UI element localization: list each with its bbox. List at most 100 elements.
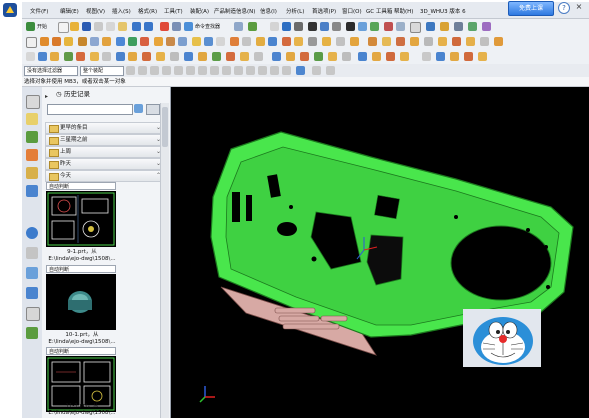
system-scenes-icon[interactable] bbox=[26, 327, 38, 339]
arc-icon[interactable] bbox=[38, 52, 47, 61]
redo-icon[interactable] bbox=[144, 22, 153, 31]
reorder-icon[interactable] bbox=[372, 52, 381, 61]
menu-help[interactable]: 帮助(H) bbox=[394, 7, 413, 15]
menu-insert[interactable]: 插入(S) bbox=[112, 7, 131, 15]
snap-point-on-curve-icon[interactable] bbox=[282, 66, 291, 75]
view-orient-icon[interactable] bbox=[332, 22, 341, 31]
menu-edit[interactable]: 编辑(E) bbox=[60, 7, 79, 15]
history-group[interactable]: 昨天 ⌄ bbox=[45, 158, 165, 170]
frame-icon[interactable] bbox=[410, 22, 421, 33]
draft-icon[interactable] bbox=[192, 37, 201, 46]
menu-view[interactable]: 视图(V) bbox=[86, 7, 105, 15]
datum-icon[interactable] bbox=[90, 37, 99, 46]
open-folder-icon[interactable] bbox=[70, 22, 79, 31]
block-icon[interactable] bbox=[102, 37, 111, 46]
extrude-icon[interactable] bbox=[40, 37, 49, 46]
paste-icon[interactable] bbox=[118, 22, 127, 31]
cad-model[interactable] bbox=[171, 87, 589, 418]
snap-arc-center-icon[interactable] bbox=[222, 66, 231, 75]
constraint-navigator-icon[interactable] bbox=[26, 113, 38, 125]
snap-endpoint-icon[interactable] bbox=[126, 66, 135, 75]
wcs-icon[interactable] bbox=[384, 22, 393, 31]
history-group[interactable]: 上周 ⌄ bbox=[45, 146, 165, 158]
through-curves-icon[interactable] bbox=[410, 37, 419, 46]
update-icon[interactable] bbox=[400, 52, 409, 61]
edit-parameters-icon[interactable] bbox=[328, 52, 337, 61]
snap-quadrant-icon[interactable] bbox=[162, 66, 171, 75]
command-finder-label[interactable]: 命令查找器 bbox=[195, 23, 220, 30]
section-icon[interactable] bbox=[426, 22, 435, 31]
menu-analysis[interactable]: 分析(L) bbox=[286, 7, 304, 15]
save-icon[interactable] bbox=[82, 22, 91, 31]
select-icon[interactable] bbox=[248, 22, 257, 31]
preferences-icon[interactable] bbox=[454, 22, 463, 31]
menu-window[interactable]: 窗口(O) bbox=[342, 7, 362, 15]
history-group[interactable]: 更早的条目 ⌄ bbox=[45, 122, 165, 134]
history-group[interactable]: 三星期之前 ⌄ bbox=[45, 134, 165, 146]
drafting-icon[interactable] bbox=[422, 52, 431, 61]
snap-clear-icon[interactable] bbox=[312, 66, 321, 75]
measure-icon[interactable] bbox=[440, 22, 449, 31]
rotate-icon[interactable] bbox=[294, 22, 303, 31]
mirror-icon[interactable] bbox=[216, 37, 225, 46]
history-item-filter[interactable]: 自动判断 bbox=[46, 182, 116, 190]
render-icon[interactable] bbox=[320, 22, 329, 31]
bounded-plane-icon[interactable] bbox=[494, 37, 503, 46]
menu-tools[interactable]: 工具(T) bbox=[164, 7, 183, 15]
snap-on-curve-icon[interactable] bbox=[198, 66, 207, 75]
selection-scope-dropdown[interactable]: 整个装配 bbox=[80, 66, 124, 76]
move-object-icon[interactable] bbox=[272, 52, 281, 61]
menu-assembly[interactable]: 装配(A) bbox=[190, 7, 209, 15]
spline-icon[interactable] bbox=[64, 52, 73, 61]
extract-icon[interactable] bbox=[452, 37, 461, 46]
offset-face-icon[interactable] bbox=[256, 37, 265, 46]
subtract-icon[interactable] bbox=[140, 37, 149, 46]
system-materials-icon[interactable] bbox=[26, 247, 38, 259]
trim-curve-icon[interactable] bbox=[198, 52, 207, 61]
tool-icon[interactable] bbox=[234, 22, 243, 31]
fillet-curve-icon[interactable] bbox=[226, 52, 235, 61]
snap-on-face-icon[interactable] bbox=[210, 66, 219, 75]
quick-pick-icon[interactable] bbox=[314, 52, 323, 61]
menu-gc-toolbox[interactable]: GC 工具箱 bbox=[366, 7, 392, 15]
history-item-thumbnail[interactable] bbox=[46, 191, 116, 247]
pattern-icon[interactable] bbox=[204, 37, 213, 46]
refresh-icon[interactable] bbox=[134, 104, 143, 113]
point-icon[interactable] bbox=[76, 52, 85, 61]
boss-icon[interactable] bbox=[78, 37, 87, 46]
history-item-filter[interactable]: 自动判断 bbox=[46, 347, 116, 355]
sketch-icon[interactable] bbox=[26, 37, 37, 48]
replace-face-icon[interactable] bbox=[282, 37, 291, 46]
start-icon[interactable] bbox=[26, 22, 35, 31]
wrap-curve-icon[interactable] bbox=[240, 52, 249, 61]
command-finder-icon[interactable] bbox=[184, 22, 193, 31]
snap-midpoint-icon[interactable] bbox=[138, 66, 147, 75]
extend-curve-icon[interactable] bbox=[212, 52, 221, 61]
project-curve-icon[interactable] bbox=[90, 52, 99, 61]
line-icon[interactable] bbox=[26, 52, 35, 61]
replay-icon[interactable] bbox=[386, 52, 395, 61]
menu-info[interactable]: 信息(I) bbox=[260, 7, 277, 15]
helix-icon[interactable] bbox=[142, 52, 151, 61]
cylinder-icon[interactable] bbox=[116, 37, 125, 46]
thread-icon[interactable] bbox=[336, 37, 345, 46]
join-curve-icon[interactable] bbox=[170, 52, 179, 61]
view-triad-icon[interactable] bbox=[197, 383, 217, 403]
close-icon[interactable]: × bbox=[574, 2, 584, 12]
menu-pmi[interactable]: 产品制造信息(N) bbox=[214, 7, 255, 15]
cut-icon[interactable] bbox=[94, 22, 103, 31]
manufacturing-wizards-icon[interactable] bbox=[26, 287, 38, 299]
note-icon[interactable] bbox=[450, 52, 459, 61]
snap-settings-icon[interactable] bbox=[326, 66, 335, 75]
move-face-icon[interactable] bbox=[268, 37, 277, 46]
view-options-icon[interactable] bbox=[146, 104, 160, 115]
menu-format[interactable]: 格式(R) bbox=[138, 7, 157, 15]
new-file-icon[interactable] bbox=[58, 22, 69, 33]
pmi-icon[interactable] bbox=[482, 22, 491, 31]
part-navigator-icon[interactable] bbox=[26, 131, 38, 143]
isoparametric-icon[interactable] bbox=[254, 52, 263, 61]
suppress-icon[interactable] bbox=[342, 52, 351, 61]
snap-bounded-grid-icon[interactable] bbox=[270, 66, 279, 75]
fit-view-icon[interactable] bbox=[270, 22, 279, 31]
snap-intersection-icon[interactable] bbox=[174, 66, 183, 75]
